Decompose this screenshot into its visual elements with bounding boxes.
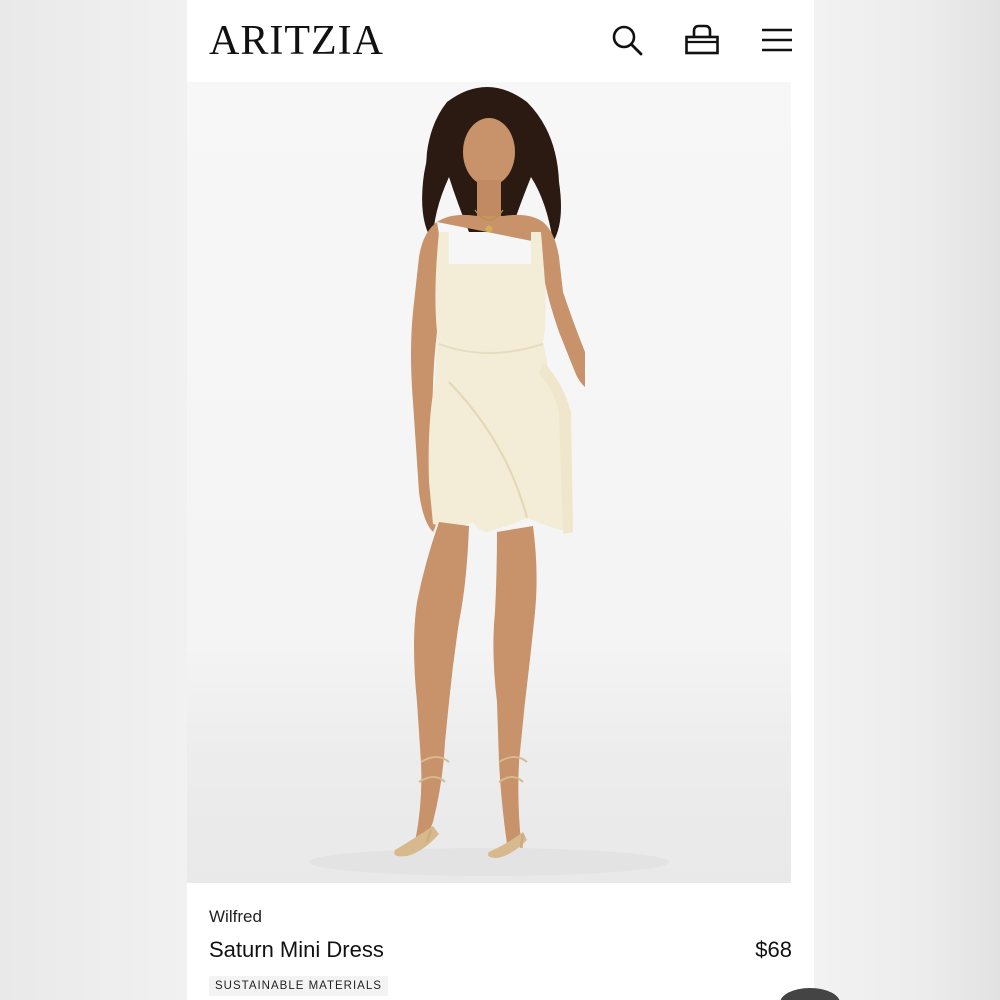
- backdrop-right: [814, 0, 1000, 1000]
- backdrop-left: [0, 0, 187, 1000]
- menu-icon[interactable]: [759, 22, 795, 58]
- bag-icon[interactable]: [684, 22, 720, 58]
- product-brand[interactable]: Wilfred: [209, 907, 262, 927]
- sustainable-tag: SUSTAINABLE MATERIALS: [209, 976, 388, 996]
- search-icon[interactable]: [609, 22, 645, 58]
- product-name[interactable]: Saturn Mini Dress: [209, 937, 384, 963]
- product-price: $68: [755, 937, 792, 962]
- mobile-page: ARITZIA Wilfred Saturn Mini Dress $68 SU…: [187, 0, 814, 1000]
- model-photo: [309, 87, 669, 876]
- image-gutter: [791, 82, 814, 883]
- product-image[interactable]: [187, 82, 791, 883]
- product-info: Wilfred Saturn Mini Dress $68 SUSTAINABL…: [187, 883, 814, 1000]
- brand-logo[interactable]: ARITZIA: [209, 16, 384, 66]
- site-header: ARITZIA: [187, 0, 814, 82]
